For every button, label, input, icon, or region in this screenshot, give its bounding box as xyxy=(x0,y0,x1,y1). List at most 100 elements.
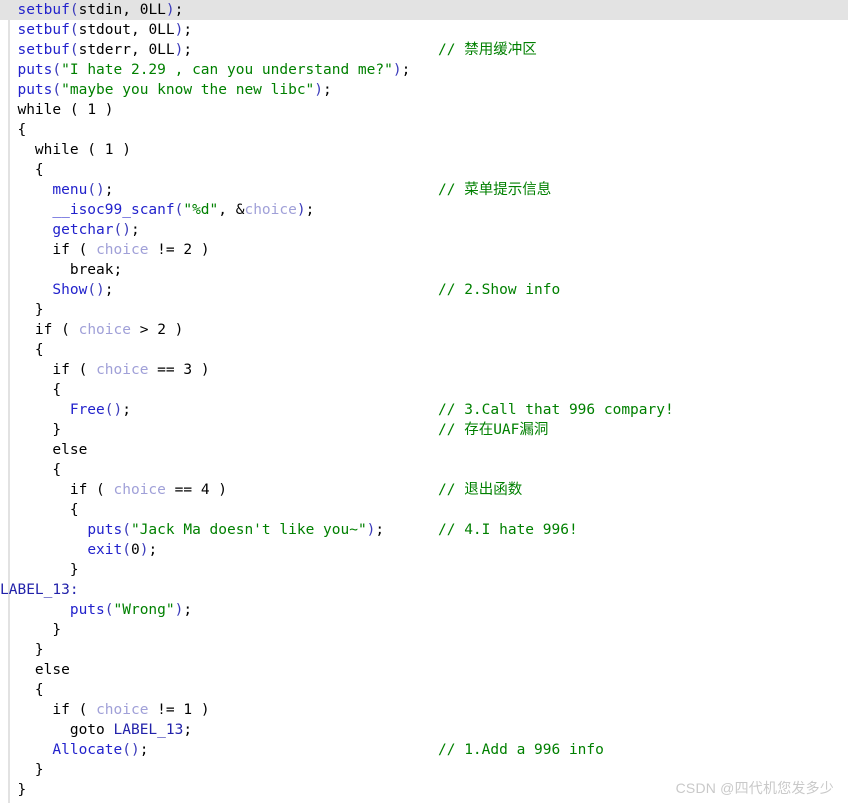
code-token-str: "Wrong" xyxy=(113,602,175,618)
code-line[interactable]: Allocate(); // 1.Add a 996 info xyxy=(0,740,848,760)
code-token-punc: ( xyxy=(52,62,62,78)
code-line-text: puts("Jack Ma doesn't like you~"); xyxy=(0,520,384,540)
code-line-text: } xyxy=(0,300,44,320)
code-line[interactable]: setbuf(stderr, 0LL); // 禁用缓冲区 xyxy=(0,40,848,60)
code-line[interactable]: { xyxy=(0,380,848,400)
code-token-plain: stdin xyxy=(78,2,123,18)
code-line[interactable]: if ( choice != 1 ) xyxy=(0,700,848,720)
code-line[interactable]: { xyxy=(0,340,848,360)
code-line[interactable]: { xyxy=(0,460,848,480)
code-line[interactable]: menu(); // 菜单提示信息 xyxy=(0,180,848,200)
code-token-kw: if xyxy=(52,362,70,378)
code-token-punc: ) xyxy=(165,2,175,18)
code-token-num: 1 xyxy=(87,102,97,118)
code-token-plain: , xyxy=(130,22,149,38)
code-line[interactable]: getchar(); xyxy=(0,220,848,240)
code-line[interactable]: } xyxy=(0,620,848,640)
code-line[interactable]: puts("Wrong"); xyxy=(0,600,848,620)
code-line-comment: // 3.Call that 996 compary! xyxy=(438,402,674,418)
code-line-text: if ( choice == 4 ) xyxy=(0,480,227,500)
code-line[interactable]: else xyxy=(0,440,848,460)
code-token-plain: ) xyxy=(192,362,210,378)
code-line[interactable]: { xyxy=(0,160,848,180)
code-line-comment: // 2.Show info xyxy=(438,282,561,298)
code-line-comment: // 1.Add a 996 info xyxy=(438,742,604,758)
code-line[interactable]: if ( choice > 2 ) xyxy=(0,320,848,340)
code-token-plain: ; xyxy=(104,182,114,198)
code-token-plain: ( xyxy=(61,102,88,118)
code-line[interactable]: } // 存在UAF漏洞 xyxy=(0,420,848,440)
code-line[interactable]: setbuf(stdout, 0LL); xyxy=(0,20,848,40)
code-line[interactable]: Free(); // 3.Call that 996 compary! xyxy=(0,400,848,420)
code-line[interactable]: setbuf(stdin, 0LL); xyxy=(0,0,848,20)
code-line-text: Free(); xyxy=(0,400,131,420)
code-line[interactable]: } xyxy=(0,640,848,660)
code-line-comment: // 退出函数 xyxy=(438,482,523,498)
code-token-plain: } xyxy=(0,562,79,578)
code-line[interactable]: while ( 1 ) xyxy=(0,140,848,160)
code-line[interactable]: { xyxy=(0,500,848,520)
code-line[interactable]: { xyxy=(0,120,848,140)
code-token-plain: { xyxy=(0,682,44,698)
code-line-text: menu(); xyxy=(0,180,114,200)
code-line[interactable]: } xyxy=(0,560,848,580)
code-token-punc: () xyxy=(87,282,105,298)
code-line[interactable]: else xyxy=(0,660,848,680)
code-token-func: getchar xyxy=(52,222,114,238)
code-token-num: 0LL xyxy=(139,2,166,18)
code-token-plain: ( xyxy=(52,322,79,338)
code-line-text: { xyxy=(0,160,44,180)
code-line[interactable]: puts("Jack Ma doesn't like you~"); // 4.I… xyxy=(0,520,848,540)
code-line[interactable]: puts("I hate 2.29 , can you understand m… xyxy=(0,60,848,80)
code-token-plain: } xyxy=(0,302,44,318)
code-line-list[interactable]: setbuf(stdin, 0LL); setbuf(stdout, 0LL);… xyxy=(0,0,848,800)
code-token-kw: if xyxy=(69,482,88,498)
code-line-text: goto LABEL_13; xyxy=(0,720,192,740)
code-line-text: setbuf(stdin, 0LL); xyxy=(0,0,183,20)
pseudocode-viewer[interactable]: setbuf(stdin, 0LL); setbuf(stdout, 0LL);… xyxy=(0,0,848,803)
code-token-plain: ) xyxy=(113,142,131,158)
code-line[interactable]: break; xyxy=(0,260,848,280)
code-line[interactable]: goto LABEL_13; xyxy=(0,720,848,740)
code-token-var: choice xyxy=(96,242,149,258)
code-token-plain: , xyxy=(122,2,140,18)
code-line-text: Allocate(); xyxy=(0,740,148,760)
code-line[interactable]: while ( 1 ) xyxy=(0,100,848,120)
code-line-text: Show(); xyxy=(0,280,113,300)
code-line[interactable]: } xyxy=(0,760,848,780)
code-token-func: setbuf xyxy=(17,22,70,38)
code-token-plain: { xyxy=(0,342,44,358)
code-line-text: { xyxy=(0,500,79,520)
code-line[interactable]: { xyxy=(0,680,848,700)
code-line[interactable]: exit(0); xyxy=(0,540,848,560)
code-token-plain: ) xyxy=(192,702,210,718)
code-token-func: puts xyxy=(87,522,123,538)
code-token-punc: () xyxy=(113,222,131,238)
code-line-text: } xyxy=(0,560,79,580)
code-line[interactable]: __isoc99_scanf("%d", &choice); xyxy=(0,200,848,220)
code-token-func: puts xyxy=(17,62,53,78)
code-token-label: LABEL_13: xyxy=(0,582,79,598)
code-token-punc: ( xyxy=(52,82,62,98)
code-line[interactable]: if ( choice == 3 ) xyxy=(0,360,848,380)
code-line[interactable]: Show(); // 2.Show info xyxy=(0,280,848,300)
code-line[interactable]: } xyxy=(0,300,848,320)
code-line-text: puts("Wrong"); xyxy=(0,600,192,620)
code-line-text: } xyxy=(0,780,26,800)
code-token-num: 0LL xyxy=(148,42,175,58)
code-line[interactable]: puts("maybe you know the new libc"); xyxy=(0,80,848,100)
code-token-punc: ( xyxy=(122,522,131,538)
code-line[interactable]: if ( choice == 4 ) // 退出函数 xyxy=(0,480,848,500)
code-line-comment: // 存在UAF漏洞 xyxy=(438,422,549,438)
code-line[interactable]: if ( choice != 2 ) xyxy=(0,240,848,260)
code-token-plain: } xyxy=(0,762,44,778)
code-token-plain: { xyxy=(0,502,79,518)
code-line[interactable]: LABEL_13: xyxy=(0,580,848,600)
code-token-plain: , & xyxy=(218,202,245,218)
